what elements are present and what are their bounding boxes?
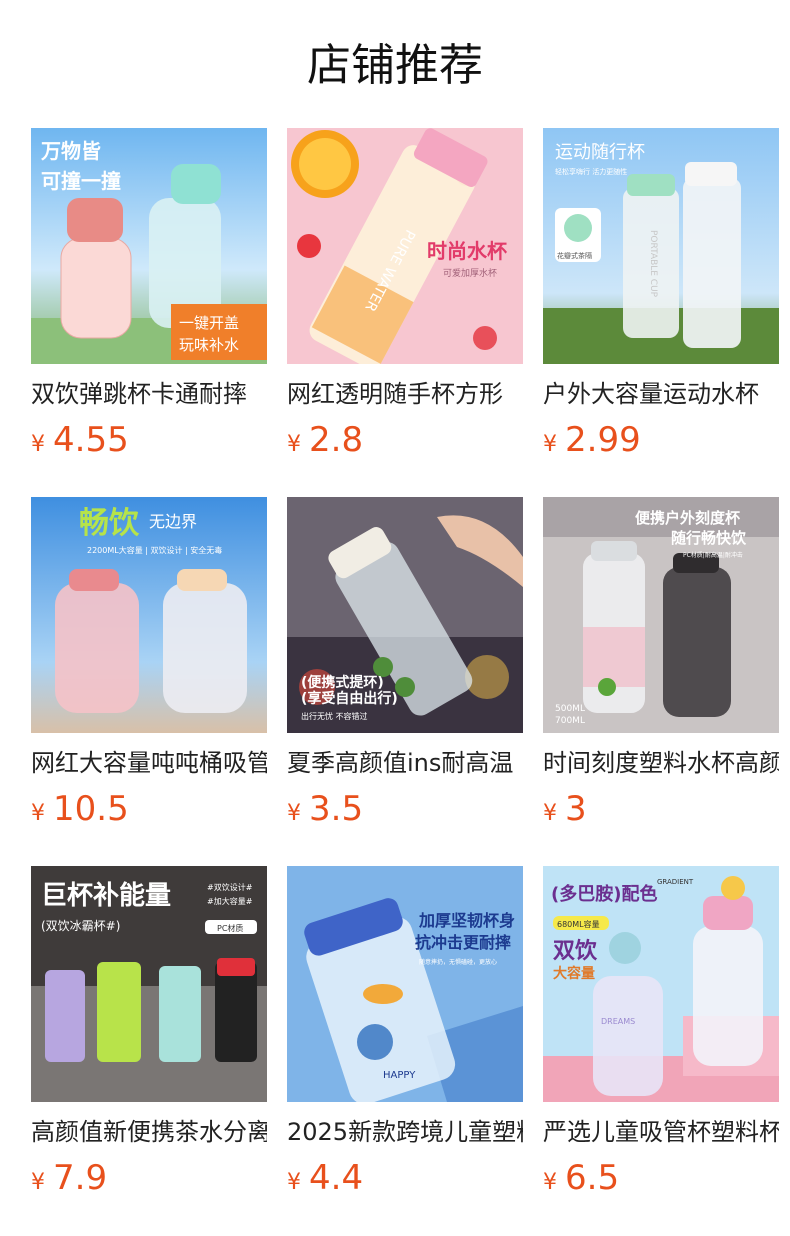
product-name[interactable]: 高颜值新便携茶水分离 (31, 1116, 267, 1148)
image-text: 无边界 (149, 512, 197, 531)
product-image[interactable]: 巨杯补能量 #双饮设计# #加大容量# (双饮冰霸杯#) PC材质 (31, 866, 267, 1102)
image-text: 一键开盖 (179, 314, 239, 332)
product-price: ¥10.5 (31, 787, 267, 831)
price-value: 3 (565, 789, 587, 829)
image-text: 随意摔扔，无惧磕碰，更放心 (419, 958, 497, 966)
currency-symbol: ¥ (543, 801, 557, 826)
product-card[interactable]: 万物皆 可撞一撞 一键开盖 玩味补水 双饮弹跳杯卡通耐摔 ¥4.55 (31, 128, 267, 462)
product-card[interactable]: PURE WATER 时尚水杯 可爱加厚水杯 网红透明随手杯方形 ¥2.8 (287, 128, 523, 462)
product-card[interactable]: (多巴胺)配色 680ML容量 双饮 大容量 GRADIENT DREAMS 严… (543, 866, 779, 1200)
header: 店铺推荐 (0, 0, 790, 128)
currency-symbol: ¥ (287, 1170, 301, 1195)
product-name[interactable]: 户外大容量运动水杯 (543, 378, 779, 410)
price-value: 4.4 (309, 1158, 364, 1198)
product-price: ¥2.8 (287, 418, 523, 462)
page-title: 店铺推荐 (307, 40, 483, 91)
image-text: 巨杯补能量 (41, 880, 171, 911)
product-price: ¥2.99 (543, 418, 779, 462)
product-price: ¥4.55 (31, 418, 267, 462)
currency-symbol: ¥ (31, 801, 45, 826)
image-text: 轻松享嗨行 活力更随性 (555, 167, 627, 176)
image-text: 畅饮 (79, 506, 140, 541)
image-text: PC材质 (217, 923, 243, 933)
image-text: 便携户外刻度杯 (635, 509, 741, 527)
product-name[interactable]: 网红大容量吨吨桶吸管 (31, 747, 267, 779)
image-text: 500ML (555, 704, 585, 714)
product-price: ¥3 (543, 787, 779, 831)
product-name[interactable]: 时间刻度塑料水杯高颜 (543, 747, 779, 779)
image-text: 万物皆 (40, 139, 101, 163)
price-value: 6.5 (565, 1158, 620, 1198)
image-text: #加大容量# (207, 896, 253, 906)
product-price: ¥7.9 (31, 1156, 267, 1200)
image-text: DREAMS (601, 1017, 635, 1026)
image-text: 玩味补水 (179, 336, 239, 354)
currency-symbol: ¥ (31, 1170, 45, 1195)
image-text: 花瓣式茶隔 (557, 251, 592, 260)
image-text: 700ML (555, 716, 585, 726)
image-text: 抗冲击更耐摔 (415, 933, 511, 952)
product-price: ¥4.4 (287, 1156, 523, 1200)
product-image[interactable]: 运动随行杯 轻松享嗨行 活力更随性 花瓣式茶隔 PORTABLE CUP (543, 128, 779, 364)
image-text: 运动随行杯 (555, 142, 645, 163)
image-text: 可爱加厚水杯 (443, 267, 497, 279)
product-price: ¥3.5 (287, 787, 523, 831)
image-text: PC材质|耐高温|耐冲击 (683, 551, 743, 559)
image-text: (便携式提环) (301, 674, 384, 691)
image-text: (享受自由出行) (301, 690, 398, 707)
currency-symbol: ¥ (543, 432, 557, 457)
image-text: 大容量 (553, 965, 595, 982)
product-name[interactable]: 严选儿童吸管杯塑料杯 (543, 1116, 779, 1148)
product-card[interactable]: 加厚坚韧杯身 抗冲击更耐摔 随意摔扔，无惧磕碰，更放心 HAPPY 2025新款… (287, 866, 523, 1200)
image-text: #双饮设计# (207, 882, 253, 892)
price-value: 7.9 (53, 1158, 108, 1198)
currency-symbol: ¥ (287, 432, 301, 457)
image-text: 680ML容量 (557, 919, 600, 929)
product-card[interactable]: (便携式提环) (享受自由出行) 出行无忧 不容错过 夏季高颜值ins耐高温 ¥… (287, 497, 523, 831)
image-text: 出行无忧 不容错过 (301, 711, 368, 721)
image-text: GRADIENT (657, 878, 694, 886)
product-name[interactable]: 双饮弹跳杯卡通耐摔 (31, 378, 267, 410)
product-price: ¥6.5 (543, 1156, 779, 1200)
price-value: 3.5 (309, 789, 364, 829)
product-card[interactable]: 便携户外刻度杯 随行畅快饮 PC材质|耐高温|耐冲击 500ML 700ML 时… (543, 497, 779, 831)
product-image[interactable]: 万物皆 可撞一撞 一键开盖 玩味补水 (31, 128, 267, 364)
currency-symbol: ¥ (543, 1170, 557, 1195)
product-card[interactable]: 畅饮 无边界 2200ML大容量 | 双饮设计 | 安全无毒 网红大容量吨吨桶吸… (31, 497, 267, 831)
price-value: 4.55 (53, 420, 129, 460)
product-card[interactable]: 运动随行杯 轻松享嗨行 活力更随性 花瓣式茶隔 PORTABLE CUP 户外大… (543, 128, 779, 462)
image-text: 时尚水杯 (427, 239, 507, 263)
product-image[interactable]: 畅饮 无边界 2200ML大容量 | 双饮设计 | 安全无毒 (31, 497, 267, 733)
product-name[interactable]: 夏季高颜值ins耐高温 (287, 747, 523, 779)
price-value: 2.99 (565, 420, 641, 460)
image-text: (双饮冰霸杯#) (41, 919, 120, 933)
image-text: 加厚坚韧杯身 (418, 911, 515, 930)
product-name[interactable]: 2025新款跨境儿童塑料 (287, 1116, 523, 1148)
image-text: HAPPY (383, 1070, 416, 1081)
product-image[interactable]: PURE WATER 时尚水杯 可爱加厚水杯 (287, 128, 523, 364)
image-text: PORTABLE CUP (648, 230, 658, 298)
product-image[interactable]: (多巴胺)配色 680ML容量 双饮 大容量 GRADIENT DREAMS (543, 866, 779, 1102)
image-text: 随行畅快饮 (671, 529, 747, 547)
image-text: 2200ML大容量 | 双饮设计 | 安全无毒 (87, 545, 222, 555)
currency-symbol: ¥ (31, 432, 45, 457)
price-value: 2.8 (309, 420, 364, 460)
product-name[interactable]: 网红透明随手杯方形 (287, 378, 523, 410)
product-card[interactable]: 巨杯补能量 #双饮设计# #加大容量# (双饮冰霸杯#) PC材质 高颜值新便携… (31, 866, 267, 1200)
image-text: 双饮 (553, 939, 598, 964)
image-text: (多巴胺)配色 (551, 883, 657, 905)
product-image[interactable]: 加厚坚韧杯身 抗冲击更耐摔 随意摔扔，无惧磕碰，更放心 HAPPY (287, 866, 523, 1102)
product-image[interactable]: (便携式提环) (享受自由出行) 出行无忧 不容错过 (287, 497, 523, 733)
price-value: 10.5 (53, 789, 129, 829)
currency-symbol: ¥ (287, 801, 301, 826)
product-image[interactable]: 便携户外刻度杯 随行畅快饮 PC材质|耐高温|耐冲击 500ML 700ML (543, 497, 779, 733)
image-text: 可撞一撞 (41, 169, 121, 193)
